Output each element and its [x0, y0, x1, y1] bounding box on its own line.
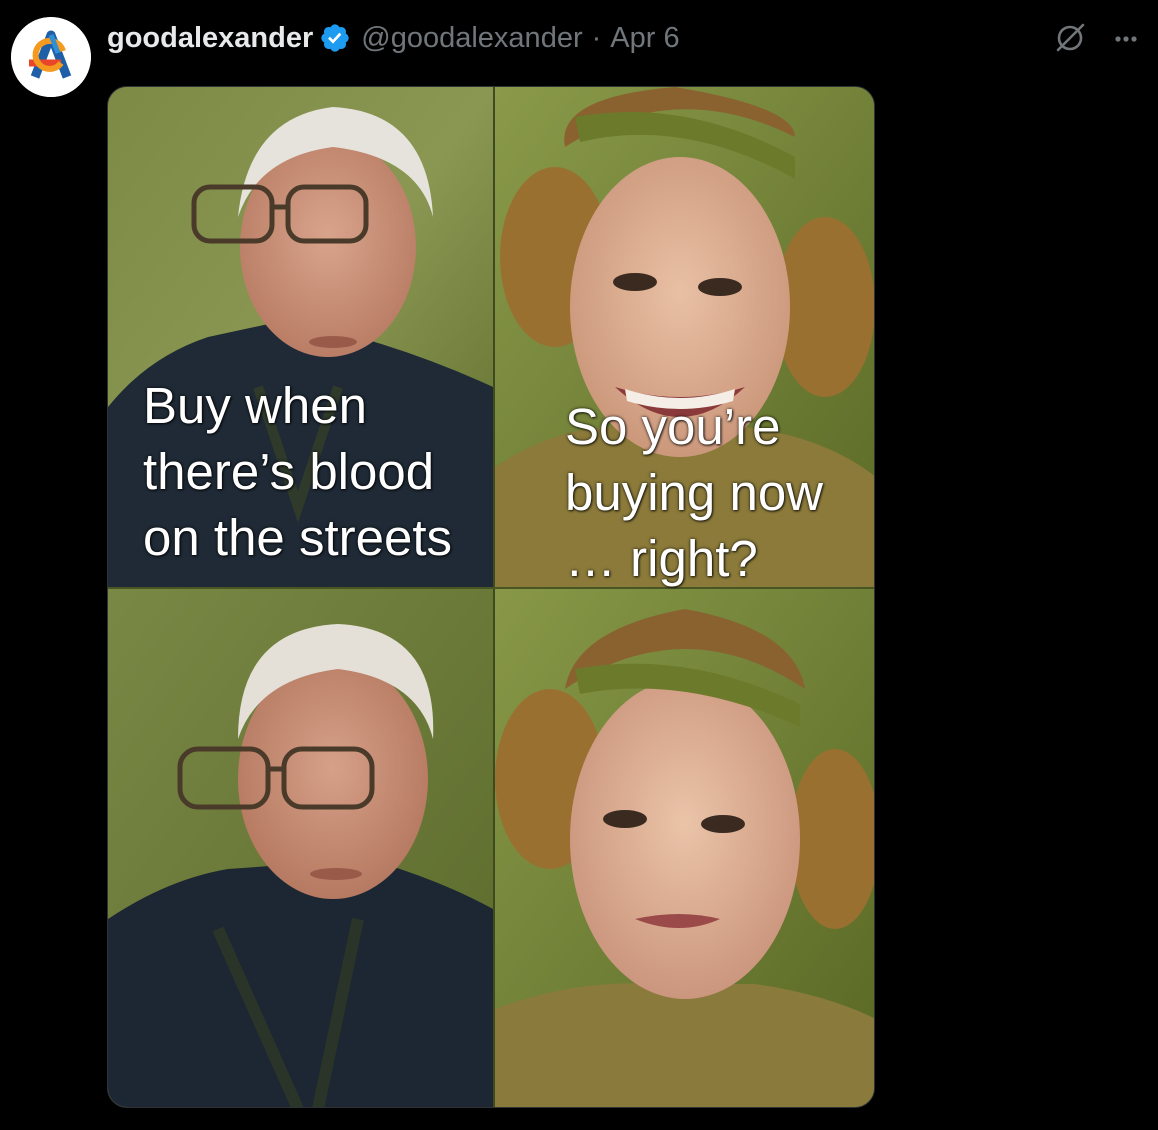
tweet: goodalexander @goodalexander · Apr 6 Buy… — [0, 0, 1158, 1130]
separator: · — [591, 21, 602, 54]
meme-caption-right: So you’re buying now … right? — [565, 394, 823, 592]
caption-right-line-3: … right? — [565, 530, 758, 587]
handle[interactable]: @goodalexander — [361, 22, 582, 55]
tweet-image[interactable]: Buy when there’s blood on the streets So… — [107, 86, 875, 1108]
more-options-icon — [1115, 36, 1137, 42]
meme-panel-bottom-left — [108, 589, 493, 1107]
meme-caption-left: Buy when there’s blood on the streets — [143, 373, 452, 571]
more-options-button[interactable] — [1106, 18, 1146, 58]
caption-left-line-1: Buy when — [143, 377, 367, 434]
caption-left-line-2: there’s blood — [143, 443, 435, 500]
grok-button[interactable] — [1050, 18, 1090, 58]
post-date[interactable]: Apr 6 — [610, 22, 679, 55]
caption-right-line-2: buying now — [565, 464, 824, 521]
verified-badge-icon[interactable] — [319, 22, 351, 54]
caption-left-line-3: on the streets — [143, 509, 453, 566]
grok-icon — [1056, 23, 1085, 52]
tweet-header: goodalexander @goodalexander · Apr 6 — [107, 16, 680, 60]
panel-divider-vertical — [493, 87, 495, 1107]
display-name[interactable]: goodalexander — [107, 22, 313, 55]
meme-panel-bottom-right — [495, 589, 874, 1107]
caption-right-line-1: So you’re — [565, 398, 781, 455]
avatar-logo-icon — [11, 17, 91, 97]
avatar[interactable] — [11, 17, 91, 97]
